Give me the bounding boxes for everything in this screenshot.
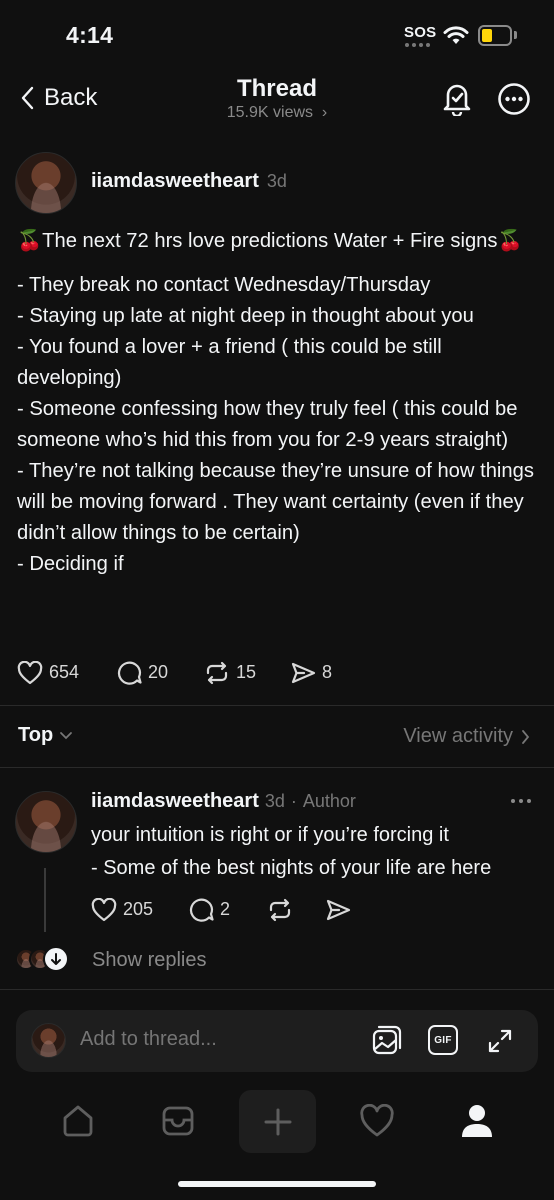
reply-more-icon[interactable] (510, 798, 532, 804)
send-icon (326, 899, 351, 920)
sos-indicator: SOS (404, 24, 437, 41)
reply-avatar[interactable] (15, 791, 77, 853)
chevron-down-icon (60, 731, 73, 739)
show-replies-button[interactable]: Show replies (92, 949, 207, 972)
reply-share-button[interactable] (325, 898, 351, 922)
reply-line: - Some of the best nights of your life a… (91, 857, 492, 879)
add-to-thread-input[interactable] (80, 1028, 340, 1051)
views-label: 15.9K views (226, 104, 314, 121)
reply-like-count: 205 (123, 899, 154, 919)
notification-bell-icon[interactable] (440, 80, 474, 116)
view-activity-link[interactable]: View activity (403, 725, 530, 748)
comment-icon (117, 661, 142, 685)
home-icon[interactable] (60, 1103, 96, 1139)
meta-separator: · (290, 791, 297, 811)
more-options-icon[interactable] (497, 82, 531, 116)
arrow-down-icon (43, 946, 69, 972)
repost-button[interactable]: 15 (204, 661, 290, 685)
post-line: - They break no contact Wednesday/Thursd… (17, 274, 431, 296)
sort-dropdown[interactable]: Top (18, 724, 73, 747)
post-line: - Someone confessing how they truly feel… (17, 398, 524, 451)
reply-comment-count: 2 (220, 899, 231, 919)
battery-icon (478, 25, 512, 46)
divider (0, 767, 554, 768)
status-time: 4:14 (66, 22, 114, 48)
chevron-right-icon (522, 729, 530, 744)
gif-button[interactable]: GIF (428, 1025, 458, 1055)
gif-label: GIF (434, 1034, 452, 1046)
wifi-icon (443, 26, 469, 44)
author-badge: Author (302, 791, 356, 811)
plus-icon (264, 1108, 291, 1135)
share-button[interactable]: 8 (290, 661, 332, 685)
reply-username[interactable]: iiamdasweetheart (91, 790, 259, 813)
inbox-icon[interactable] (161, 1105, 195, 1137)
composer-avatar (31, 1023, 66, 1058)
reply-repost-button[interactable] (267, 898, 325, 922)
post-header: iiamdasweetheart 3d (91, 170, 287, 193)
sort-label: Top (18, 724, 54, 746)
repost-icon (206, 661, 228, 684)
like-button[interactable]: 654 (17, 660, 117, 685)
reply-like-button[interactable]: 205 (91, 897, 189, 922)
reply-line: your intuition is right or if you’re for… (91, 824, 449, 846)
heart-icon (91, 897, 117, 921)
divider (0, 705, 554, 706)
reply-header: iiamdasweetheart 3d · Author (91, 790, 356, 813)
chevron-right-icon: › (317, 104, 328, 121)
post-age: 3d (266, 171, 287, 191)
battery-tip (514, 31, 517, 39)
reply-body: your intuition is right or if you’re for… (91, 819, 541, 885)
repost-count: 15 (236, 662, 257, 682)
heart-tab-icon[interactable] (359, 1104, 395, 1138)
divider (0, 989, 554, 990)
avatar[interactable] (15, 152, 77, 214)
image-icon[interactable] (371, 1024, 403, 1056)
signal-dots-icon (405, 43, 430, 47)
comment-icon (189, 898, 214, 922)
thread-line (44, 868, 46, 932)
like-count: 654 (49, 662, 80, 682)
reply-actions: 205 2 (91, 897, 351, 922)
post-line: - You found a lover + a friend ( this co… (17, 336, 448, 389)
post-line: 🍒The next 72 hrs love predictions Water … (17, 230, 523, 252)
reply-avatars-stack (15, 946, 69, 972)
reply-age: 3d (264, 791, 285, 811)
expand-icon[interactable] (487, 1028, 513, 1054)
repost-icon (269, 898, 291, 921)
post-line: - Staying up late at night deep in thoug… (17, 305, 474, 327)
heart-icon (17, 660, 43, 684)
comment-button[interactable]: 20 (117, 660, 204, 685)
profile-icon[interactable] (460, 1103, 494, 1139)
comment-count: 20 (148, 662, 169, 682)
post-body: 🍒The next 72 hrs love predictions Water … (17, 226, 541, 580)
send-icon (291, 662, 316, 683)
post-username[interactable]: iiamdasweetheart (91, 170, 259, 193)
share-count: 8 (322, 662, 333, 682)
post-line: - Deciding if (17, 553, 124, 575)
post-line: - They’re not talking because they’re un… (17, 460, 540, 544)
reply-comment-button[interactable]: 2 (189, 897, 267, 922)
view-activity-label: View activity (403, 725, 513, 747)
post-actions: 654 20 15 8 (17, 660, 332, 685)
home-indicator (178, 1181, 376, 1187)
create-post-button[interactable] (239, 1090, 316, 1153)
